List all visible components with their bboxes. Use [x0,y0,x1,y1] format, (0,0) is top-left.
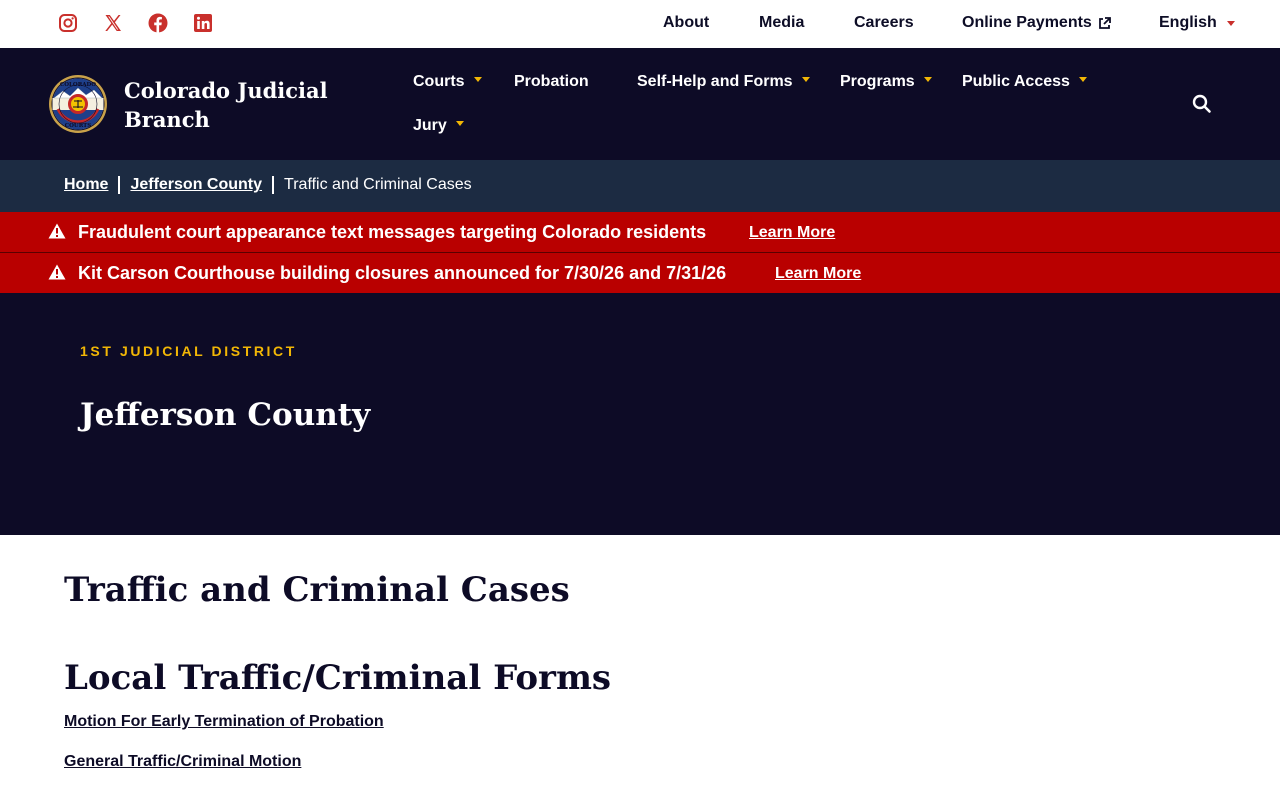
page-title: Traffic and Criminal Cases [64,570,570,610]
nav-courts-label: Courts [413,73,465,90]
utility-bar: About Media Careers Online Payments Engl… [0,0,1280,48]
breadcrumb-bar: Home Jefferson County Traffic and Crimin… [0,160,1280,212]
nav-programs-label: Programs [840,73,915,90]
chevron-down-icon [473,76,482,82]
brand-line-1: Colorado Judicial [124,78,328,103]
hero-banner: 1ST JUDICIAL DISTRICT Jefferson County [0,293,1280,535]
chevron-down-icon [1078,76,1087,82]
nav-self-help-and-forms[interactable]: Self-Help and Forms [637,73,810,91]
alert-message: Fraudulent court appearance text message… [78,222,707,242]
instagram-icon[interactable] [57,12,79,34]
breadcrumb-jefferson-county[interactable]: Jefferson County [130,176,262,194]
brand-line-2: Branch [124,107,210,132]
chevron-down-icon [455,120,464,126]
breadcrumb-separator [272,176,275,194]
careers-link[interactable]: Careers [854,14,914,32]
search-icon[interactable] [1190,92,1214,116]
seal-top-text: COLORADO [60,82,96,88]
alert-learn-more-link[interactable]: Learn More [749,224,835,242]
breadcrumb-current: Traffic and Criminal Cases [284,176,472,193]
nav-courts[interactable]: Courts [413,73,482,91]
nav-public-access-label: Public Access [962,73,1070,90]
nav-jury[interactable]: Jury [413,117,464,135]
colorado-courts-seal-logo[interactable]: COLORADO COURTS [48,74,108,134]
media-link[interactable]: Media [759,14,804,32]
nav-programs[interactable]: Programs [840,73,932,91]
breadcrumb: Home Jefferson County Traffic and Crimin… [64,176,472,194]
warning-icon [48,264,66,280]
main-navigation: COLORADO COURTS Colorado Judicial Branch… [0,48,1280,160]
breadcrumb-home[interactable]: Home [64,176,108,194]
nav-jury-label: Jury [413,117,447,134]
breadcrumb-separator [118,176,121,194]
seal-bottom-text: COURTS [65,123,92,129]
facebook-icon[interactable] [147,12,169,34]
alert-learn-more-link[interactable]: Learn More [775,265,861,283]
chevron-down-icon [801,76,810,82]
nav-probation[interactable]: Probation [514,73,589,91]
linkedin-icon[interactable] [192,12,214,34]
x-twitter-icon[interactable] [102,12,124,34]
nav-probation-label: Probation [514,73,589,90]
form-link-early-termination[interactable]: Motion For Early Termination of Probatio… [64,713,384,731]
language-select[interactable]: English [1159,14,1235,32]
alert-message: Kit Carson Courthouse building closures … [78,263,727,283]
section-title: Local Traffic/Criminal Forms [64,658,612,698]
chevron-down-icon [923,76,932,82]
alert-banner: Fraudulent court appearance text message… [0,212,1280,252]
language-label: English [1159,14,1217,31]
online-payments-label: Online Payments [962,14,1092,31]
warning-icon [48,223,66,239]
nav-public-access[interactable]: Public Access [962,73,1087,91]
alert-banner: Kit Carson Courthouse building closures … [0,253,1280,293]
external-link-icon [1098,16,1111,29]
site-brand-name[interactable]: Colorado Judicial Branch [124,76,344,134]
chevron-down-icon [1226,20,1235,26]
online-payments-link[interactable]: Online Payments [962,14,1111,32]
district-eyebrow: 1ST JUDICIAL DISTRICT [80,343,297,359]
hero-title: Jefferson County [80,397,371,433]
form-link-general-motion[interactable]: General Traffic/Criminal Motion [64,753,301,771]
about-link[interactable]: About [663,14,709,32]
nav-self-help-label: Self-Help and Forms [637,73,793,90]
